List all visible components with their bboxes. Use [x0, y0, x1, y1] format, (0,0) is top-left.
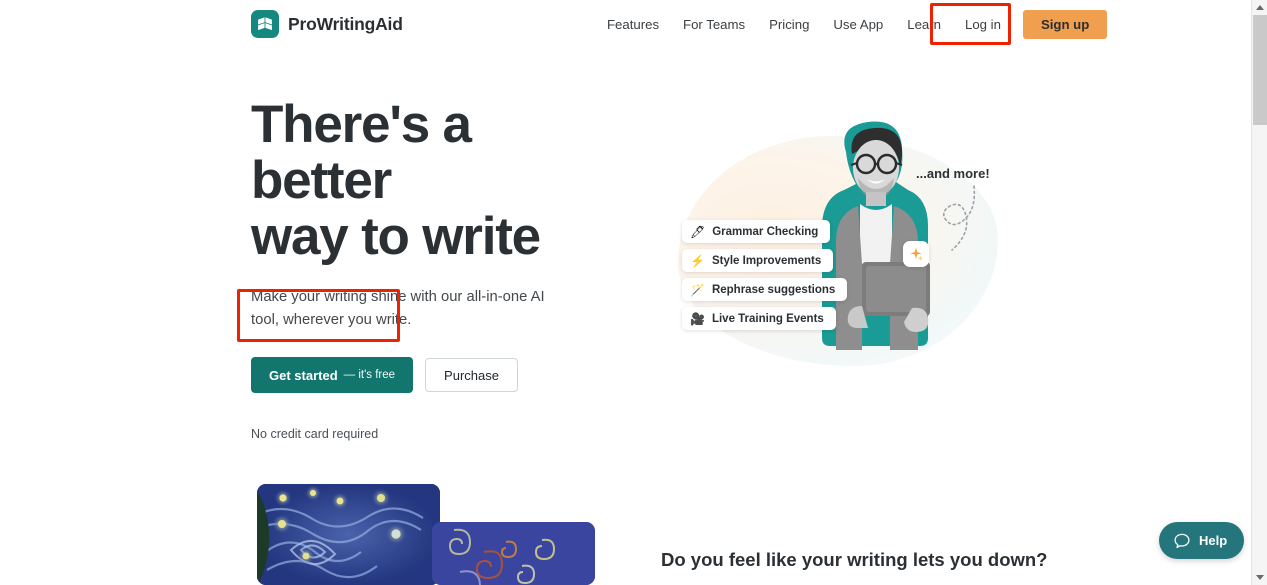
hero-title-line-2: way to write	[251, 207, 541, 266]
callout-label: Grammar Checking	[712, 225, 819, 238]
callout-label: Rephrase suggestions	[711, 283, 836, 296]
get-started-button[interactable]: Get started — it's free	[251, 357, 414, 393]
brand-name: ProWritingAid	[288, 13, 403, 34]
help-widget-button[interactable]: Help	[1159, 522, 1245, 559]
nav-item-for-teams[interactable]: For Teams	[671, 0, 757, 49]
get-started-suffix: — it's free	[343, 369, 396, 381]
callout-live-training-events[interactable]: 🎥 Live Training Events	[682, 307, 836, 330]
nav-item-features[interactable]: Features	[595, 0, 671, 49]
help-widget-label: Help	[1199, 533, 1228, 548]
lower-section-heading: Do you feel like your writing lets you d…	[661, 549, 1048, 570]
movie-camera-icon: 🎥	[690, 311, 705, 326]
hero-subtitle: Make your writing shine with our all-in-…	[251, 289, 545, 328]
pen-icon: 🖊	[690, 224, 706, 239]
callout-label: Live Training Events	[711, 312, 824, 325]
hero-title-line-1: There's a better	[251, 95, 472, 210]
hero-cta-row: Get started — it's free Purchase	[251, 357, 591, 393]
main-navigation: Features For Teams Pricing Use App Learn…	[595, 0, 1108, 49]
no-credit-card-note: No credit card required	[251, 427, 379, 441]
hero-text-column: There's a better way to write Make your …	[251, 97, 591, 441]
scrollbar-thumb[interactable]	[1253, 15, 1267, 125]
scroll-down-arrow-icon[interactable]	[1252, 570, 1267, 585]
site-header: ProWritingAid Features For Teams Pricing…	[0, 0, 1251, 49]
hero-illustration: ...and more! 🖊 Grammar Checking ⚡ Style …	[640, 96, 1040, 386]
starry-night-image	[257, 484, 440, 585]
brand-logo-link[interactable]: ProWritingAid	[251, 10, 403, 38]
purchase-button[interactable]: Purchase	[425, 358, 518, 392]
get-started-label: Get started	[269, 367, 338, 383]
scroll-up-arrow-icon[interactable]	[1252, 0, 1267, 15]
callout-style-improvements[interactable]: ⚡ Style Improvements	[682, 249, 834, 272]
page-title: There's a better way to write	[251, 97, 591, 265]
callout-label: Style Improvements	[711, 254, 822, 267]
nav-item-pricing[interactable]: Pricing	[757, 0, 821, 49]
artwork-cards	[257, 484, 597, 585]
nav-item-log-in[interactable]: Log in	[953, 0, 1013, 49]
callout-rephrase-suggestions[interactable]: 🪄 Rephrase suggestions	[682, 278, 848, 301]
callout-grammar-checking[interactable]: 🖊 Grammar Checking	[682, 220, 831, 243]
feature-callout-list: 🖊 Grammar Checking ⚡ Style Improvements …	[682, 220, 848, 330]
nav-item-learn[interactable]: Learn	[895, 0, 953, 49]
signup-button-wrap: Sign up	[1022, 10, 1108, 39]
page-content: ProWritingAid Features For Teams Pricing…	[0, 0, 1251, 585]
magic-wand-icon: 🪄	[690, 282, 705, 297]
vertical-scrollbar[interactable]	[1251, 0, 1267, 585]
lightning-bolt-icon: ⚡	[690, 253, 705, 268]
chat-bubble-icon	[1174, 533, 1190, 548]
signup-button[interactable]: Sign up	[1022, 10, 1108, 39]
and-more-label: ...and more!	[916, 166, 990, 181]
nav-item-use-app[interactable]: Use App	[821, 0, 895, 49]
blue-doodle-card	[432, 522, 595, 585]
dotted-arrow-squiggle-icon	[942, 185, 976, 251]
browser-viewport: ProWritingAid Features For Teams Pricing…	[0, 0, 1267, 585]
book-logo-icon	[251, 10, 279, 38]
sparkles-icon	[903, 241, 929, 267]
